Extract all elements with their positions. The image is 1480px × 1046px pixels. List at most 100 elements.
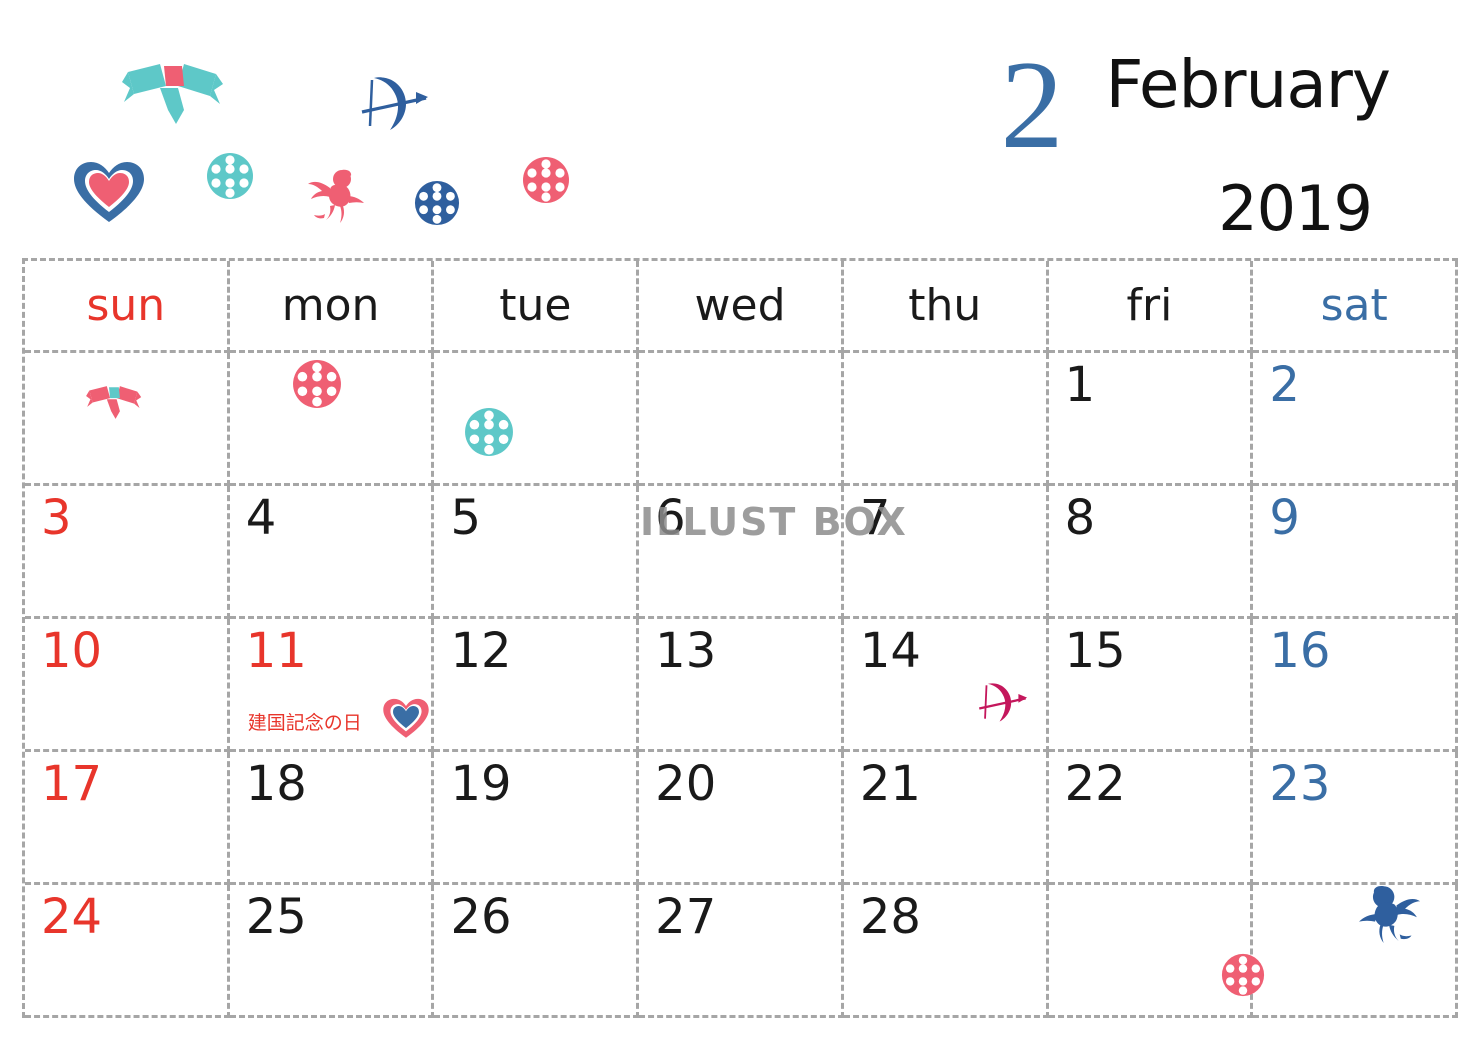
- day-number: 12: [450, 623, 512, 679]
- day-cell[interactable]: 13: [639, 619, 844, 752]
- week-row: 3 4 5 6 7 8 9: [25, 486, 1459, 619]
- day-cell-holiday[interactable]: 11 建国記念の日: [229, 619, 435, 752]
- day-cell[interactable]: 28: [843, 885, 1049, 1018]
- day-number: 22: [1064, 756, 1126, 812]
- cupid-blue-icon: [1353, 883, 1425, 947]
- day-cell[interactable]: 17: [25, 752, 230, 885]
- day-number: 17: [41, 756, 103, 812]
- day-cell[interactable]: 20: [639, 752, 844, 885]
- day-cell[interactable]: 22: [1048, 752, 1254, 885]
- day-number: 26: [450, 889, 512, 945]
- polkadot-circle-teal-icon: [206, 152, 254, 204]
- day-cell[interactable]: 26: [434, 885, 640, 1018]
- day-number: 4: [245, 490, 277, 546]
- day-number: 28: [859, 889, 921, 945]
- cupid-pink-icon: [302, 168, 368, 228]
- weekday-label-thu: thu: [908, 279, 982, 331]
- day-cell[interactable]: 16: [1253, 619, 1459, 752]
- day-cell[interactable]: 2: [1253, 353, 1459, 486]
- weekday-header-row: sun mon tue wed thu fri sat: [25, 261, 1459, 353]
- day-cell[interactable]: 5: [434, 486, 640, 619]
- week-row: 1 2: [25, 353, 1459, 486]
- day-number: 19: [450, 756, 512, 812]
- day-number: 18: [245, 756, 307, 812]
- holiday-label: 建国記念の日: [247, 712, 362, 734]
- day-number: 6: [655, 490, 686, 546]
- day-cell[interactable]: 23: [1253, 752, 1459, 885]
- day-cell[interactable]: 18: [229, 752, 435, 885]
- day-number: 23: [1269, 756, 1331, 812]
- weekday-cell-mon: mon: [229, 261, 435, 353]
- day-number: 16: [1269, 623, 1331, 679]
- day-cell[interactable]: 24: [25, 885, 230, 1018]
- day-cell[interactable]: [434, 353, 640, 486]
- day-cell[interactable]: 15: [1048, 619, 1254, 752]
- day-number: 21: [859, 756, 921, 812]
- day-cell[interactable]: 1: [1048, 353, 1254, 486]
- day-cell[interactable]: [1048, 885, 1264, 1018]
- weekday-cell-sun: sun: [25, 261, 230, 353]
- day-cell[interactable]: 21: [843, 752, 1049, 885]
- day-cell[interactable]: [1253, 883, 1459, 1018]
- day-cell[interactable]: 8: [1048, 486, 1254, 619]
- week-row: 10 11 建国記念の日 12 13 14 15 16: [25, 619, 1459, 752]
- day-number: 11: [245, 623, 307, 679]
- heart-blue-pink-icon: [72, 160, 146, 230]
- day-cell[interactable]: 14: [843, 619, 1049, 752]
- day-cell[interactable]: 4: [229, 486, 435, 619]
- day-number: 25: [245, 889, 307, 945]
- day-cell[interactable]: [843, 353, 1049, 486]
- bow-and-arrow-blue-icon: [352, 72, 432, 138]
- day-number: 13: [655, 623, 717, 679]
- day-number: 15: [1064, 623, 1126, 679]
- day-cell[interactable]: 25: [229, 885, 435, 1018]
- weekday-label-sun: sun: [86, 279, 166, 331]
- weekday-label-wed: wed: [694, 279, 786, 331]
- polkadot-circle-teal-icon: [464, 407, 514, 461]
- polkadot-circle-pink-icon: [522, 156, 570, 208]
- day-cell[interactable]: [639, 353, 844, 486]
- day-cell[interactable]: 7: [843, 486, 1049, 619]
- day-number: 9: [1269, 490, 1300, 546]
- polkadot-circle-pink-icon: [292, 359, 342, 413]
- day-cell[interactable]: [25, 353, 230, 486]
- day-number: 8: [1064, 490, 1096, 546]
- weekday-label-mon: mon: [281, 279, 380, 331]
- day-cell[interactable]: 12: [434, 619, 640, 752]
- day-cell[interactable]: 9: [1253, 486, 1459, 619]
- week-row: 17 18 19 20 21 22 23: [25, 752, 1459, 885]
- weekday-cell-tue: tue: [434, 261, 640, 353]
- day-number: 27: [655, 889, 717, 945]
- week-row: 24 25 26 27 28: [25, 883, 1459, 1018]
- weekday-cell-sat: sat: [1253, 261, 1459, 353]
- day-cell[interactable]: 3: [25, 486, 230, 619]
- day-cell[interactable]: 27: [639, 885, 844, 1018]
- day-cell[interactable]: [229, 353, 435, 486]
- polkadot-circle-blue-icon: [414, 180, 460, 230]
- weekday-cell-thu: thu: [843, 261, 1049, 353]
- heart-pink-blue-icon: [382, 697, 430, 745]
- day-number: 10: [41, 623, 103, 679]
- day-cell[interactable]: 19: [434, 752, 640, 885]
- day-number: 14: [859, 623, 921, 679]
- title-block: 2 February 2019: [970, 36, 1391, 246]
- day-cell[interactable]: 10: [25, 619, 230, 752]
- day-number: 1: [1064, 357, 1096, 413]
- weekday-label-sat: sat: [1320, 279, 1388, 331]
- day-number: 2: [1269, 357, 1300, 413]
- ribbon-bow-pink-icon: [85, 381, 145, 427]
- year-number: 2019: [1218, 172, 1373, 246]
- day-number: 7: [859, 490, 891, 546]
- day-number: 5: [450, 490, 481, 546]
- day-number: 20: [655, 756, 717, 812]
- weekday-label-fri: fri: [1126, 279, 1173, 331]
- bow-and-arrow-crimson-icon: [972, 679, 1030, 729]
- month-number: 2: [1000, 36, 1064, 175]
- day-number: 3: [41, 490, 72, 546]
- ribbon-bow-teal-icon: [120, 58, 230, 132]
- weekday-cell-wed: wed: [639, 261, 844, 353]
- day-cell[interactable]: 6: [639, 486, 844, 619]
- weekday-label-tue: tue: [499, 279, 572, 331]
- month-name: February: [1105, 46, 1391, 123]
- day-number: 24: [41, 889, 103, 945]
